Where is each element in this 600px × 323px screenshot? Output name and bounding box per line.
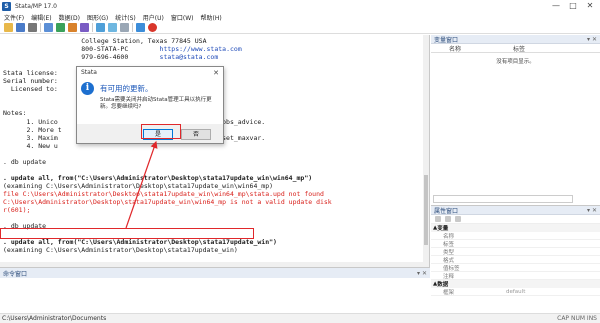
command-window[interactable]: 命令窗口 ▾ ✕ [0,267,430,313]
annotation-highlight-update-command [0,228,254,239]
results-line: (examining C:\Users\Administrator\Deskto… [3,181,274,190]
property-key: 值标签 [443,265,460,272]
stata-logo-icon: S [2,1,11,11]
results-line: r(601); [3,206,31,215]
results-line: . update all, from("C:\Users\Administrat… [3,173,313,182]
dialog-close-icon[interactable]: ✕ [213,69,219,77]
results-line: Serial number: [3,77,58,86]
toolbar-divider [132,23,133,32]
info-icon: i [81,82,94,95]
menu-user[interactable]: 用户(U) [143,13,164,22]
column-name-header[interactable]: 名称 [437,44,481,53]
properties-row: 框架 default [431,288,600,296]
toolbar-divider [92,23,93,32]
property-key: 名称 [443,233,455,240]
results-line: . db update [3,157,47,166]
viewer-icon[interactable] [56,23,65,32]
window-title: Stata/MP 17.0 [15,2,57,10]
menu-edit[interactable]: 编辑(E) [31,13,51,22]
minimize-button[interactable]: — [548,0,564,12]
menu-data[interactable]: 数据(D) [59,13,80,22]
do-file-editor-icon[interactable] [80,23,89,32]
variables-empty-text: 没有项目显示。 [496,59,535,65]
properties-window-header: 属性窗口 ▾ ✕ [431,206,600,215]
variables-columns: 名称 标签 [431,44,600,53]
command-window-title: 命令窗口 [3,270,28,278]
results-line: 4. New u [3,141,58,150]
print-icon[interactable] [28,23,37,32]
results-link[interactable]: stata@stata.com [160,53,219,61]
menu-window[interactable]: 窗口(W) [171,13,194,22]
results-line: Stata license: [3,69,58,78]
property-value[interactable]: default [506,289,525,295]
variables-filter-input[interactable] [433,195,573,203]
graph-icon[interactable] [68,23,77,32]
property-key: 格式 [443,257,455,264]
toolbar-divider [40,23,41,32]
maximize-button[interactable]: □ [565,0,581,12]
results-line: Licensed to: [3,85,58,94]
break-icon[interactable] [148,23,157,32]
dialog-message: Stata需要关闭并启动Stata管理工具以执行更新。您要继续吗? [100,97,212,110]
open-icon[interactable] [4,23,13,32]
data-editor-edit-icon[interactable] [96,23,105,32]
results-line: C:\Users\Administrator\Desktop\stata17up… [3,198,332,206]
dialog-heading: 有可用的更新。 [100,84,153,93]
properties-window: 属性窗口 ▾ ✕ ▲ 变量 名称 标签 类型 格式 值标签 注释 ▲ 数据 框架 default [431,206,600,313]
results-line: Notes: [3,109,27,118]
no-button[interactable]: 否 [181,129,211,140]
results-line: . update all, from("C:\Users\Administrat… [3,238,277,247]
variables-window: 变量窗口 ▾ ✕ 名称 标签 没有项目显示。 [431,35,600,206]
pin-icon[interactable]: ▾ ✕ [587,36,597,43]
dialog-title: Stata [81,69,97,76]
forward-icon[interactable] [455,216,461,222]
pin-icon[interactable]: ▾ ✕ [417,270,427,277]
results-vertical-scrollbar[interactable] [423,35,429,267]
properties-row: 注释 [431,272,600,280]
scrollbar-thumb[interactable] [424,175,428,245]
dialog-title-bar: Stata ✕ [77,67,223,78]
back-icon[interactable] [445,216,451,222]
results-line: College Station, Texas 77845 USA [3,37,207,45]
more-icon[interactable] [136,23,145,32]
title-bar: S Stata/MP 17.0 — □ ✕ [0,0,600,12]
property-key: 标签 [443,241,455,248]
results-line: file C:\Users\Administrator\Desktop\stat… [3,189,324,198]
properties-table: ▲ 变量 名称 标签 类型 格式 值标签 注释 ▲ 数据 框架 default [431,224,600,296]
data-editor-browse-icon[interactable] [108,23,117,32]
properties-toolbar [431,215,600,224]
command-window-header: 命令窗口 ▾ ✕ [0,268,430,278]
results-line: 979-696-4600 stata@stata.com [3,53,219,62]
toolbar [0,22,600,34]
property-key: 类型 [443,249,455,256]
variables-window-title: 变量窗口 [434,36,459,44]
status-bar: C:\Users\Administrator\Documents CAP NUM… [0,313,600,323]
column-label-header[interactable]: 标签 [481,44,525,53]
results-link[interactable]: https://www.stata.com [160,45,242,53]
properties-window-title: 属性窗口 [434,207,459,215]
status-indicators: CAP NUM INS [557,315,597,322]
results-line: 800-STATA-PC https://www.stata.com [3,45,242,54]
variables-manager-icon[interactable] [120,23,129,32]
property-key: 注释 [443,273,455,280]
menu-file[interactable]: 文件(F) [4,13,24,22]
menu-statistics[interactable]: 统计(S) [115,13,136,22]
menu-graphics[interactable]: 图形(G) [87,13,108,22]
menu-bar: 文件(F) 编辑(E) 数据(D) 图形(G) 统计(S) 用户(U) 窗口(W… [0,12,600,22]
working-directory: C:\Users\Administrator\Documents [2,315,107,322]
results-line: (examining C:\Users\Administrator\Deskto… [3,246,238,255]
log-icon[interactable] [44,23,53,32]
menu-help[interactable]: 帮助(H) [200,13,221,22]
dialog-body: i 有可用的更新。 Stata需要关闭并启动Stata管理工具以执行更新。您要继… [81,80,221,122]
close-window-button[interactable]: ✕ [582,0,598,12]
property-key: 框架 [443,289,455,296]
save-icon[interactable] [16,23,25,32]
pin-icon[interactable]: ▾ ✕ [587,207,597,214]
annotation-highlight-yes-button [141,124,181,139]
lock-icon[interactable] [435,216,441,222]
